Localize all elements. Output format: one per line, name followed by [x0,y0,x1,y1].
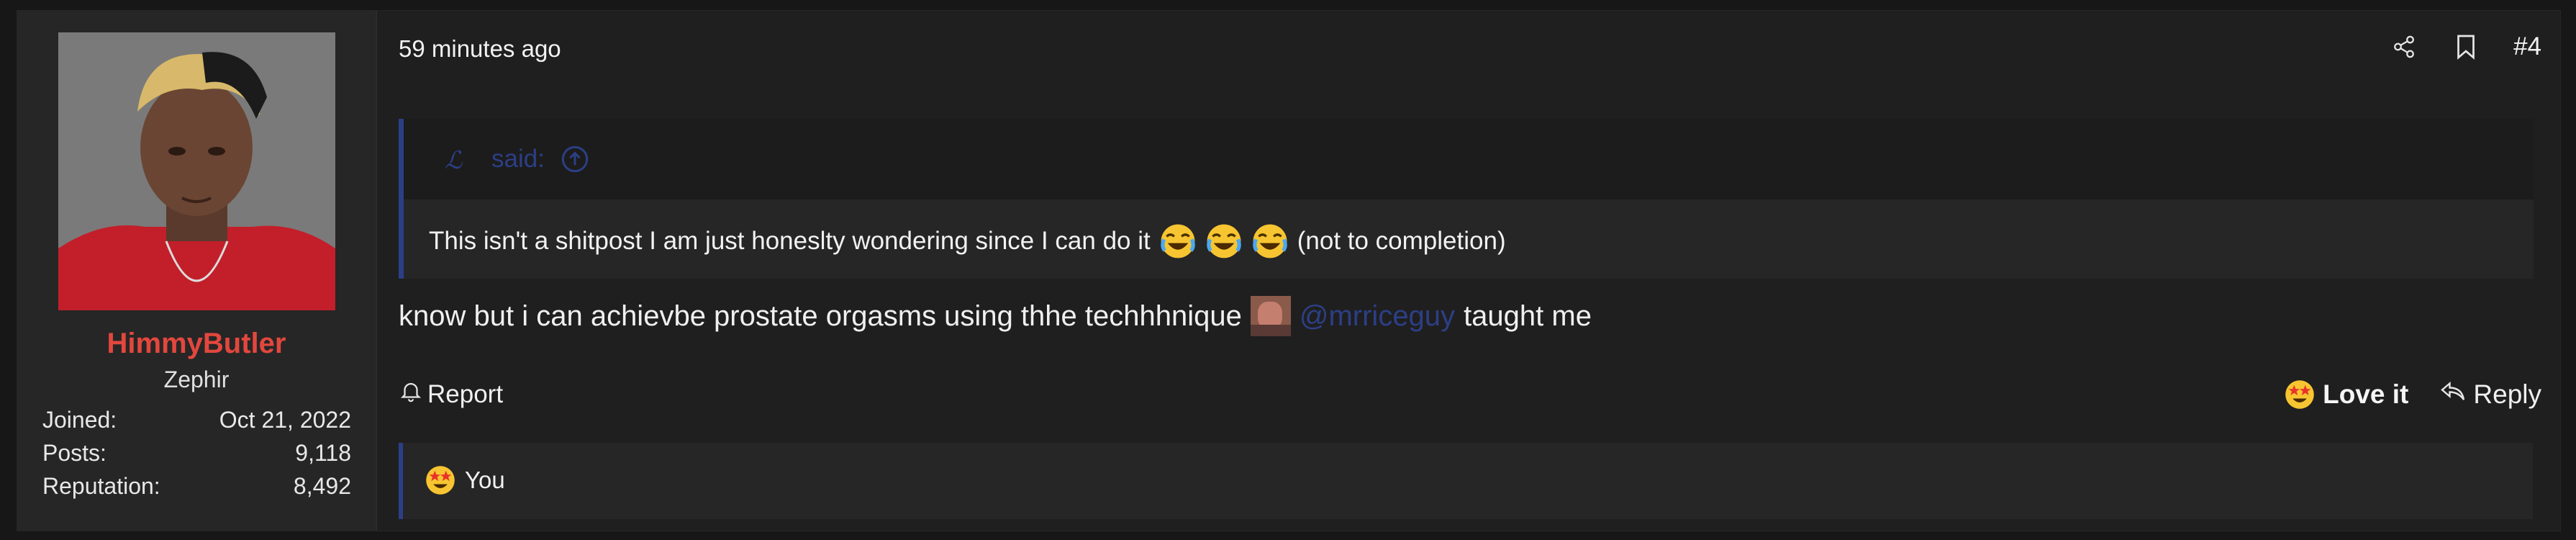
quote-header: ℒ said: [404,119,2534,201]
post-actions-right: Love it Reply [2284,378,2541,410]
reply-label: Reply [2473,379,2541,409]
stat-value: Oct 21, 2022 [219,407,351,433]
report-label: Report [427,379,504,408]
message-text: know but i can achievbe prostate orgasms… [399,300,1242,332]
post-time[interactable]: 59 minutes ago [399,35,561,63]
joy-emoji [1159,222,1197,260]
reply-icon [2439,378,2467,410]
stat-value: 9,118 [295,440,351,466]
user-title: Zephir [163,366,230,392]
reply-button[interactable]: Reply [2439,378,2541,410]
quote-body: This isn't a shitpost I am just honeslty… [429,222,1506,260]
mention-avatar[interactable] [1250,296,1291,336]
quote-block: ℒ said: This isn't a shitpost I am just … [399,119,2534,279]
post-main: 59 minutes ago #4 ℒ said: This isn't a s… [399,11,2560,531]
stat-label: Posts: [42,440,106,466]
reactions-bar[interactable]: You [399,443,2533,519]
joy-emoji [1251,222,1289,260]
quote-suffix: (not to completion) [1297,227,1506,255]
message-body: know but i can achievbe prostate orgasms… [399,296,1592,336]
star-struck-emoji [425,464,456,496]
user-pane: HimmyButler Zephir Joined: Oct 21, 2022 … [17,11,377,531]
avatar-image [58,32,335,310]
quote-author[interactable]: ℒ [445,146,463,175]
love-it-button[interactable]: Love it [2284,379,2408,410]
post-tools: #4 [2390,32,2541,61]
stat-label: Reputation: [42,473,160,499]
bell-icon [399,378,423,410]
stat-value: 8,492 [293,473,351,499]
avatar[interactable] [58,32,335,310]
quote-text: This isn't a shitpost I am just honeslty… [429,227,1151,255]
post-actions: Report Love it Reply [399,378,2541,415]
reactions-list: You [425,464,505,496]
star-struck-emoji [2284,379,2316,410]
report-button[interactable]: Report [399,378,503,410]
share-icon[interactable] [2390,32,2418,61]
message-text-end: taught me [1464,300,1592,332]
reaction-users[interactable]: You [465,467,505,494]
post: HimmyButler Zephir Joined: Oct 21, 2022 … [17,10,2561,531]
love-it-label: Love it [2323,379,2409,409]
username[interactable]: HimmyButler [17,328,376,360]
user-mention[interactable]: @mrriceguy [1300,300,1455,333]
joy-emoji [1205,222,1243,260]
bookmark-icon[interactable] [2452,32,2480,61]
arrow-up-circle-icon[interactable] [561,145,589,174]
quote-said-label: said: [491,145,545,173]
post-number[interactable]: #4 [2513,32,2541,61]
stat-label: Joined: [42,407,117,433]
